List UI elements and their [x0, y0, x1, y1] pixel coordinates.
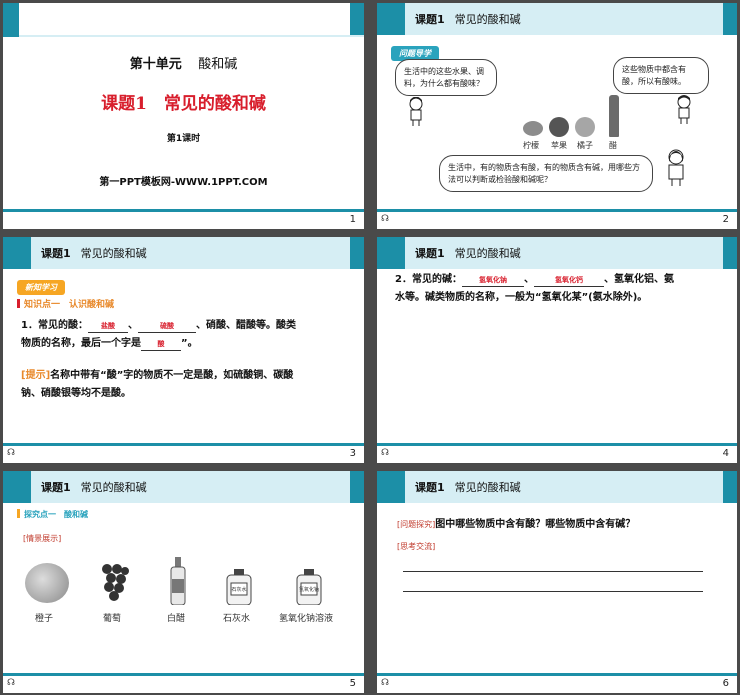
header-bar: 课题1 常见的酸和碱 — [377, 471, 737, 503]
link-icon: ☊ — [7, 448, 15, 458]
answer-blank-2: 硫酸 — [137, 320, 196, 334]
site-label: 第一PPT模板网-WWW.1PPT.COM — [99, 177, 268, 188]
orange-image — [575, 117, 595, 137]
corner-block-right — [723, 471, 737, 503]
footer-bar: ☊ 4 — [377, 443, 737, 463]
header-title: 课题1 常见的酸和碱 — [41, 481, 147, 494]
item-label-orange: 橙子 — [35, 614, 54, 624]
slide-1[interactable]: 第十单元 酸和碱 课题1 常见的酸和碱 第1课时 第一PPT模板网-WWW.1P… — [3, 3, 364, 229]
hint-paragraph: [提示]名称中带有“酸”字的物质不一定是酸，如硫酸铜、碳酸 钠、硝酸银等均不是酸… — [21, 370, 294, 399]
answer-blank-3: 酸 — [141, 338, 181, 351]
answer-blank-1: 氢氧化钠 — [461, 274, 524, 288]
footer-bar: ☊ 2 — [377, 209, 737, 229]
corner-frame — [19, 3, 364, 37]
vinegar-image — [609, 95, 619, 137]
point-marker — [17, 509, 20, 518]
footer-bar: ☊ 3 — [3, 443, 364, 463]
teacher-illustration — [668, 149, 684, 186]
item-label-limewater: 石灰水 — [223, 614, 251, 624]
unit-number: 第十单元 — [129, 57, 182, 72]
header-title: 课题1 常见的酸和碱 — [41, 247, 147, 260]
header-bar: 课题1 常见的酸和碱 — [3, 471, 364, 503]
link-icon: ☊ — [381, 448, 389, 458]
corner-block-right — [350, 237, 364, 269]
corner-block-left — [3, 3, 19, 37]
answer-blank-1: 盐酸 — [87, 320, 128, 334]
header-title: 课题1 常见的酸和碱 — [415, 247, 521, 260]
fruit-label-lemon: 柠檬 — [523, 141, 539, 150]
section-tag: 问题导学 — [391, 41, 439, 61]
boy-illustration — [677, 95, 691, 124]
base-paragraph: 2．常见的碱： 氢氧化钠、氢氧化钙 、氢氧化铝、氨 水等。碱类物质的名称，一般为“氢… — [395, 274, 674, 303]
header-bar: 课题1 常见的酸和碱 — [377, 237, 737, 269]
slide-6[interactable]: 课题1 常见的酸和碱 [问题探究]图中哪些物质中含有酸？哪些物质中含有碱？ [思考… — [377, 471, 737, 693]
lesson-title: 课题1 常见的酸和碱 — [101, 94, 266, 114]
lemon-image — [523, 121, 543, 136]
link-icon: ☊ — [381, 214, 389, 224]
slide-2[interactable]: 课题1 常见的酸和碱 问题导学 生活中的这些水果、调料，为什么都有酸味？ 这些物质… — [377, 3, 737, 229]
footer-bar: ☊ 6 — [377, 673, 737, 693]
header-bar: 课题1 常见的酸和碱 — [3, 237, 364, 269]
header-block — [377, 471, 405, 503]
footer-bar: 1 — [3, 209, 364, 229]
limewater-bottle-label: 石灰水 — [231, 587, 247, 593]
think-tag: [思考交流] — [397, 542, 436, 551]
header-block — [377, 237, 405, 269]
item-label-vinegar: 白醋 — [167, 614, 186, 624]
header-block — [3, 471, 31, 503]
item-label-grapes: 葡萄 — [103, 614, 122, 624]
fruit-label-orange: 橘子 — [577, 141, 593, 150]
girl-illustration — [409, 97, 423, 126]
page-number: 2 — [722, 214, 729, 225]
slide-4[interactable]: 课题1 常见的酸和碱 2．常见的碱： 氢氧化钠、氢氧化钙 、氢氧化铝、氨 水等。碱类物… — [377, 237, 737, 463]
bubble-question-2: 生活中，有的物质含有酸，有的物质含有碱，用哪些方法可以判断或检验酸和碱呢？ — [439, 155, 653, 193]
header-bar: 课题1 常见的酸和碱 — [377, 3, 737, 35]
page-number: 3 — [349, 448, 356, 459]
orange-image — [25, 563, 69, 603]
question-line: [问题探究]图中哪些物质中含有酸？哪些物质中含有碱？ — [397, 515, 635, 530]
page-number: 6 — [722, 678, 729, 689]
corner-block-right — [350, 471, 364, 503]
footer-bar: ☊ 5 — [3, 673, 364, 693]
fruit-label-apple: 苹果 — [551, 141, 567, 150]
question-text: 图中哪些物质中含有酸？哪些物质中含有碱？ — [435, 519, 636, 530]
section-tag: 新知学习 — [17, 275, 65, 295]
answer-blank-2: 氢氧化钙 — [533, 274, 604, 288]
point-marker — [17, 299, 20, 308]
page-number: 5 — [349, 678, 356, 689]
grapes-image — [102, 564, 129, 601]
fruit-label-vinegar: 醋 — [609, 141, 617, 150]
apple-image — [549, 117, 569, 137]
period-label: 第1课时 — [166, 134, 201, 144]
explore-point: 探究点一 酸和碱 — [17, 509, 88, 520]
bubble-answer: 这些物质中都含有酸，所以有酸味。 — [613, 57, 709, 95]
unit-title: 第十单元 酸和碱 — [3, 53, 364, 72]
knowledge-point: 知识点一 认识酸和碱 — [17, 297, 114, 310]
item-label-naoh: 氢氧化钠溶液 — [279, 614, 334, 624]
bubble-question-1: 生活中的这些水果、调料，为什么都有酸味？ — [395, 59, 497, 97]
naoh-bottle-label: 氢氧化钠 — [299, 587, 319, 593]
white-vinegar-image — [170, 557, 186, 605]
link-icon: ☊ — [7, 678, 15, 688]
corner-block-right — [723, 3, 737, 35]
page-number: 1 — [349, 214, 356, 225]
answer-line-1 — [403, 571, 703, 572]
question-tag: [问题探究] — [397, 520, 436, 529]
unit-name: 酸和碱 — [198, 57, 238, 72]
corner-block-right — [723, 237, 737, 269]
slide-3[interactable]: 课题1 常见的酸和碱 新知学习 知识点一 认识酸和碱 1．常见的酸： 盐酸、硫酸 、硝… — [3, 237, 364, 463]
header-title: 课题1 常见的酸和碱 — [415, 13, 521, 26]
header-block — [3, 237, 31, 269]
header-title: 课题1 常见的酸和碱 — [415, 481, 521, 494]
page-number: 4 — [722, 448, 729, 459]
corner-block-right — [350, 3, 364, 35]
header-block — [377, 3, 405, 35]
answer-line-2 — [403, 591, 703, 592]
acid-paragraph: 1．常见的酸： 盐酸、硫酸 、硝酸、醋酸等。酸类 物质的名称，最后一个字是酸”。 — [21, 317, 351, 352]
slide-5[interactable]: 课题1 常见的酸和碱 探究点一 酸和碱 [情景展示] 石灰水 氢氧化钠 橙子 葡萄… — [3, 471, 364, 693]
link-icon: ☊ — [381, 678, 389, 688]
scene-label: [情景展示] — [23, 534, 62, 543]
